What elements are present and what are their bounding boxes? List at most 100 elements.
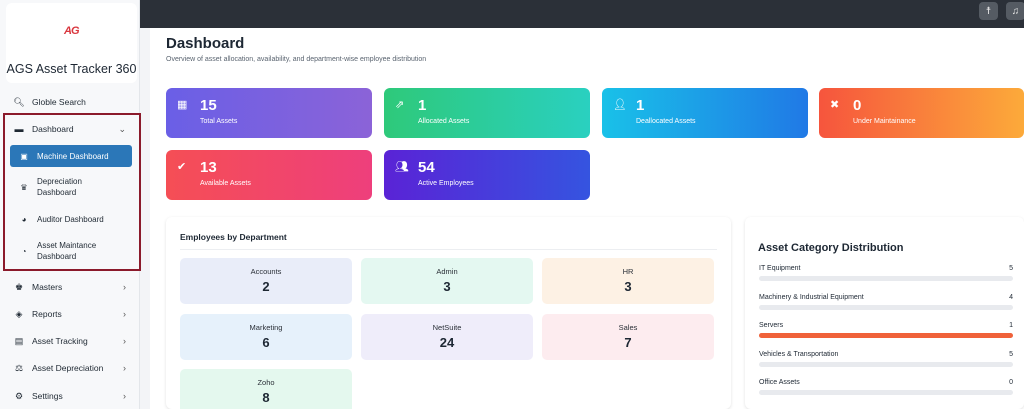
department-count: 2 bbox=[262, 279, 270, 294]
sidebar-item-label: Asset Depreciation bbox=[32, 363, 104, 373]
category-name: IT Equipment bbox=[759, 265, 801, 272]
sidebar-item-label: Asset Maintance Dashboard bbox=[37, 241, 97, 261]
sidebar-item-label: Asset Tracking bbox=[32, 336, 88, 346]
employees-by-department-card: Employees by Department Accounts 2 Admin… bbox=[166, 217, 731, 409]
category-name: Office Assets bbox=[759, 379, 800, 386]
sidebar-item-dashboard[interactable]: ▬ Dashboard ⌄ bbox=[14, 123, 134, 135]
category-count: 1 bbox=[1009, 322, 1013, 329]
category-count: 5 bbox=[1009, 265, 1013, 272]
department-tile[interactable]: Zoho 8 bbox=[180, 369, 352, 409]
trophy-icon: ♛ bbox=[20, 182, 28, 192]
user-minus-icon: 👤︎ bbox=[613, 99, 627, 111]
category-bar-fill bbox=[759, 333, 1013, 338]
sidebar-item-asset-depreciation[interactable]: ⚖ Asset Depreciation › bbox=[14, 362, 134, 374]
stat-card-active-employees[interactable]: 👥︎ 54 Active Employees bbox=[384, 150, 590, 200]
main-content: Dashboard Overview of asset allocation, … bbox=[150, 28, 1024, 409]
share-icon: ⇗ bbox=[395, 99, 405, 111]
crown-icon: ♚ bbox=[14, 281, 24, 292]
asset-category-distribution-card: Asset Category Distribution IT Equipment… bbox=[745, 217, 1024, 409]
department-tile[interactable]: Sales 7 bbox=[542, 314, 714, 360]
gauge-icon: ◕ bbox=[21, 215, 27, 224]
department-tile[interactable]: Accounts 2 bbox=[180, 258, 352, 304]
category-name: Vehicles & Transportation bbox=[759, 351, 839, 358]
gauge-icon: ◔ bbox=[21, 246, 27, 256]
sidebar-item-label: Globle Search bbox=[32, 97, 86, 107]
notifications-button[interactable]: ♫ bbox=[1006, 2, 1024, 20]
stat-value: 15 bbox=[200, 97, 217, 114]
category-bar-track bbox=[759, 390, 1013, 395]
category-bar-track bbox=[759, 276, 1013, 281]
department-count: 8 bbox=[262, 390, 270, 405]
department-name: Admin bbox=[436, 267, 458, 276]
category-bar-track bbox=[759, 362, 1013, 367]
department-tile[interactable]: NetSuite 24 bbox=[361, 314, 533, 360]
sidebar-item-asset-maintance-dashboard[interactable]: ◔ Asset Maintance Dashboard bbox=[10, 240, 132, 262]
sidebar-item-reports[interactable]: ◈ Reports › bbox=[14, 308, 134, 320]
bell-icon: ♫ bbox=[1011, 5, 1020, 17]
stat-label: Available Assets bbox=[200, 180, 251, 187]
sidebar: AG AGS Asset Tracker 360 🔍︎ Globle Searc… bbox=[0, 0, 141, 409]
stat-card-total-assets[interactable]: ▦ 15 Total Assets bbox=[166, 88, 372, 138]
accessibility-button[interactable]: ☨ bbox=[979, 2, 998, 20]
stat-card-available-assets[interactable]: ✔ 13 Available Assets bbox=[166, 150, 372, 200]
department-name: NetSuite bbox=[432, 323, 462, 332]
card-title: Employees by Department bbox=[180, 232, 287, 242]
app-logo: AG bbox=[64, 25, 79, 37]
sidebar-item-machine-dashboard[interactable]: ▣ Machine Dashboard bbox=[10, 145, 132, 167]
chevron-right-icon: › bbox=[123, 363, 126, 373]
category-count: 4 bbox=[1009, 294, 1013, 301]
stat-label: Total Assets bbox=[200, 118, 238, 125]
stat-label: Under Maintainance bbox=[853, 118, 916, 125]
chevron-right-icon: › bbox=[123, 309, 126, 319]
department-tile[interactable]: Marketing 6 bbox=[180, 314, 352, 360]
department-tile[interactable]: Admin 3 bbox=[361, 258, 533, 304]
reports-icon: ◈ bbox=[15, 308, 23, 319]
depreciation-icon: ⚖ bbox=[14, 362, 24, 373]
sidebar-item-label: Masters bbox=[32, 282, 63, 292]
users-icon: 👥︎ bbox=[395, 161, 409, 173]
stat-label: Allocated Assets bbox=[418, 118, 470, 125]
sidebar-item-search[interactable]: 🔍︎ Globle Search bbox=[13, 96, 134, 108]
sidebar-item-depreciation-dashboard[interactable]: ♛ Depreciation Dashboard bbox=[10, 176, 132, 198]
boxes-icon: ▦ bbox=[177, 99, 188, 111]
sidebar-item-label: Dashboard bbox=[32, 124, 74, 134]
category-name: Machinery & Industrial Equipment bbox=[759, 294, 864, 301]
category-bar-track bbox=[759, 333, 1013, 338]
brand-card: AG AGS Asset Tracker 360 bbox=[6, 3, 137, 83]
gear-icon: ⚙ bbox=[14, 390, 24, 401]
department-count: 24 bbox=[439, 335, 455, 350]
app-title: AGS Asset Tracker 360 bbox=[6, 62, 137, 76]
department-count: 6 bbox=[262, 335, 270, 350]
card-title: Asset Category Distribution bbox=[758, 242, 904, 254]
sidebar-item-label: Machine Dashboard bbox=[37, 151, 109, 161]
stat-label: Deallocated Assets bbox=[636, 118, 696, 125]
monitor-icon: ▬ bbox=[14, 124, 24, 134]
sidebar-item-label: Settings bbox=[32, 391, 63, 401]
search-icon: 🔍︎ bbox=[13, 96, 25, 107]
sidebar-item-settings[interactable]: ⚙ Settings › bbox=[14, 390, 134, 402]
accessibility-icon: ☨ bbox=[985, 5, 992, 17]
sidebar-item-masters[interactable]: ♚ Masters › bbox=[14, 281, 134, 293]
department-count: 3 bbox=[443, 279, 451, 294]
chevron-down-icon: ⌄ bbox=[118, 123, 126, 134]
dashboard-icon: ▣ bbox=[20, 151, 28, 161]
sidebar-item-auditor-dashboard[interactable]: ◕ Auditor Dashboard bbox=[10, 214, 132, 225]
sidebar-item-asset-tracking[interactable]: ▤ Asset Tracking › bbox=[14, 336, 134, 347]
category-count: 5 bbox=[1009, 351, 1013, 358]
stat-value: 1 bbox=[636, 97, 645, 114]
stat-label: Active Employees bbox=[418, 180, 474, 187]
stat-value: 54 bbox=[418, 159, 435, 176]
department-name: Sales bbox=[618, 323, 638, 332]
stat-card-allocated-assets[interactable]: ⇗ 1 Allocated Assets bbox=[384, 88, 590, 138]
sidebar-item-label: Depreciation Dashboard bbox=[37, 177, 82, 197]
stat-card-deallocated-assets[interactable]: 👤︎ 1 Deallocated Assets bbox=[602, 88, 808, 138]
category-name: Servers bbox=[759, 322, 784, 329]
department-count: 7 bbox=[624, 335, 632, 350]
stat-value: 13 bbox=[200, 159, 217, 176]
department-tile[interactable]: HR 3 bbox=[542, 258, 714, 304]
stat-card-under-maintainance[interactable]: ✖ 0 Under Maintainance bbox=[819, 88, 1024, 138]
category-count: 0 bbox=[1009, 379, 1013, 386]
check-circle-icon: ✔ bbox=[177, 161, 187, 173]
chevron-right-icon: › bbox=[123, 336, 126, 346]
department-name: HR bbox=[622, 267, 634, 276]
